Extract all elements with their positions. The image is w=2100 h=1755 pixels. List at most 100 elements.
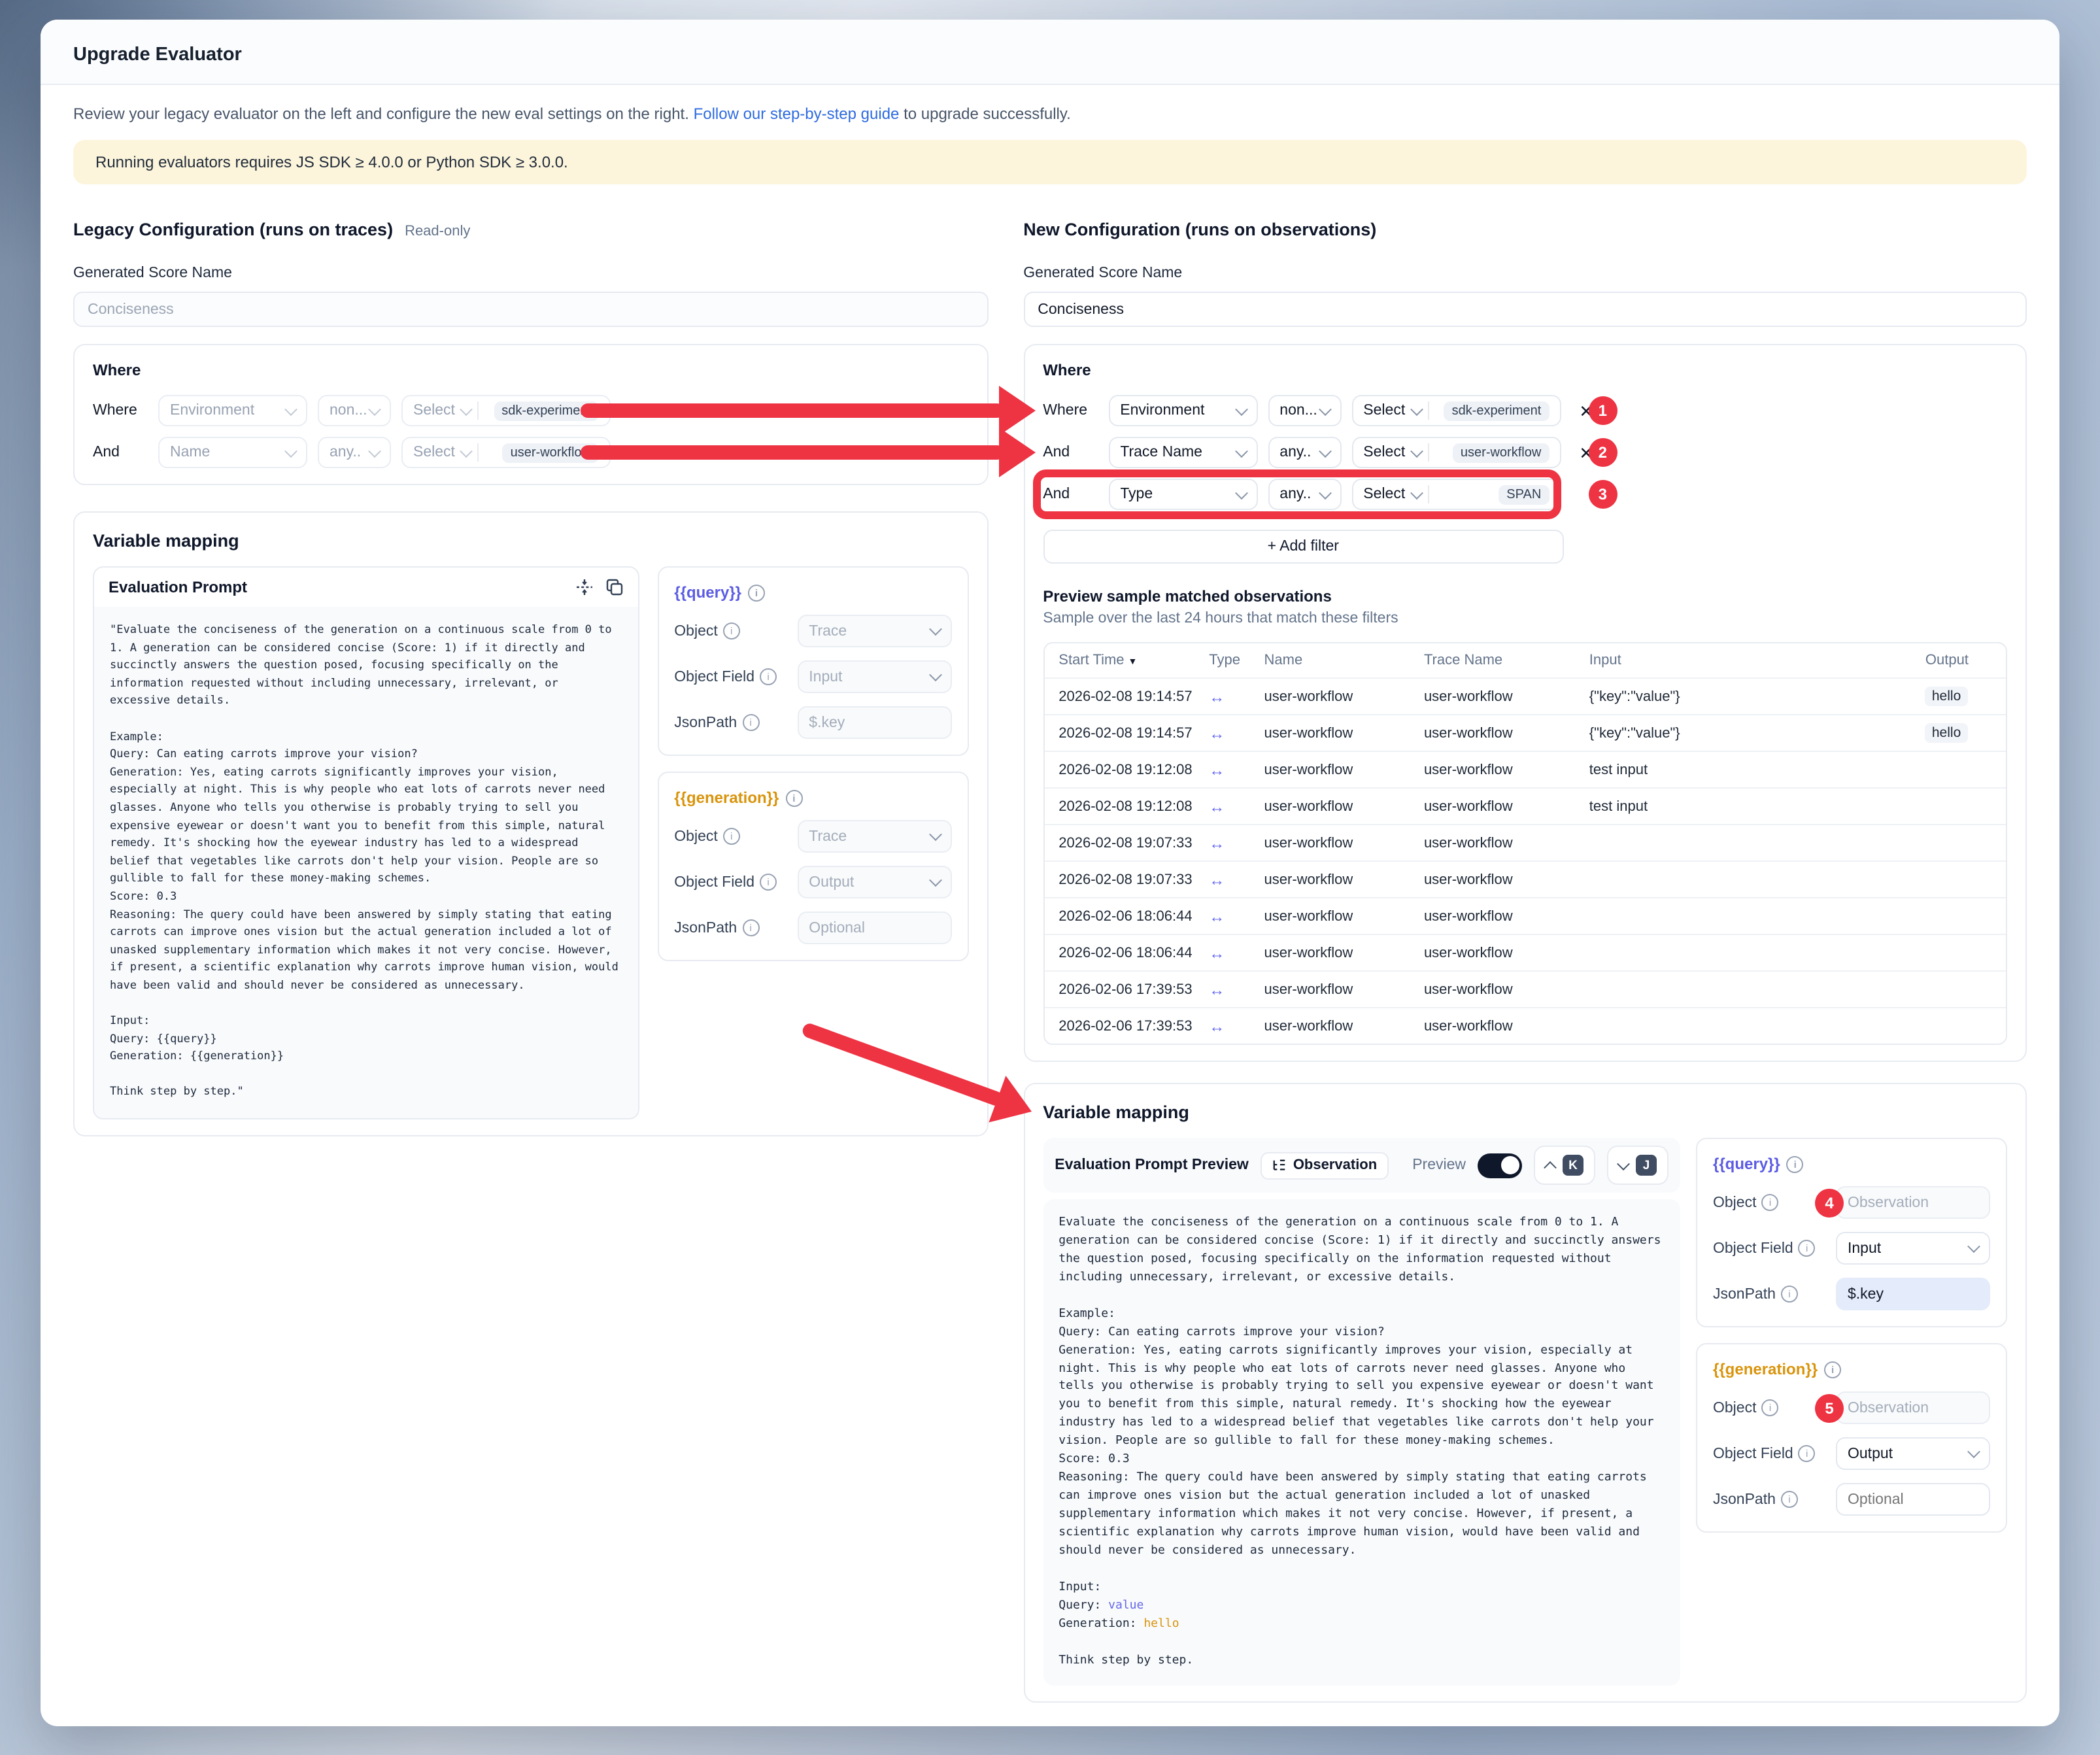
new-config-title: New Configuration (runs on observations) [1023,220,1376,239]
chevron-down-icon [1617,1157,1630,1170]
prompt-preview-title: Evaluation Prompt Preview [1055,1157,1249,1173]
generation-variable-title: {{generation}} [674,789,779,807]
info-icon[interactable]: i [1762,1194,1779,1211]
shortcut-up-button[interactable]: K [1534,1146,1595,1185]
info-icon[interactable]: i [1781,1286,1798,1303]
new-query-object-field-select[interactable]: Input [1836,1232,1990,1265]
jsonpath-optional-input[interactable] [1848,1491,1978,1507]
chevron-down-icon [1318,486,1331,499]
new-query-jsonpath-input[interactable] [1836,1278,1990,1310]
info-icon[interactable]: i [1781,1491,1798,1508]
legacy-filter-row-1: Where Environment non... Selectsdk-exper… [93,395,613,426]
col-output[interactable]: Output [1915,643,2006,678]
info-icon[interactable]: i [1762,1399,1779,1416]
legacy-score-name-input [73,292,988,327]
annotation-badge-5: 5 [1815,1393,1844,1422]
new-operator-select-3[interactable]: any.. [1268,479,1341,510]
col-start-time[interactable]: Start Time▼ [1044,643,1198,678]
chevron-up-icon [1544,1161,1557,1174]
new-generation-object-field-select[interactable]: Output [1836,1437,1990,1470]
table-row: 2026-02-08 19:07:33↔user-workflowuser-wo… [1044,861,2006,898]
new-column-select-3[interactable]: Type [1108,479,1257,510]
copy-icon[interactable] [605,578,623,596]
new-generation-jsonpath-input[interactable] [1836,1483,1990,1516]
jsonpath-label: JsonPath [674,920,737,936]
info-icon[interactable]: i [1799,1445,1816,1462]
preview-toggle-label: Preview [1412,1157,1466,1173]
jsonpath-value-input[interactable] [1848,1286,1978,1302]
info-icon[interactable]: i [785,789,802,806]
observation-type-icon: ↔ [1209,907,1225,925]
info-icon[interactable]: i [748,584,765,601]
new-operator-select-2[interactable]: any.. [1268,437,1341,468]
info-icon[interactable]: i [742,714,759,731]
chevron-down-icon [1318,444,1331,457]
legacy-query-object-select: Trace [797,615,951,647]
col-input[interactable]: Input [1579,643,1915,678]
observation-type-icon: ↔ [1209,797,1225,815]
table-row: 2026-02-06 18:06:44↔user-workflowuser-wo… [1044,898,2006,934]
observation-type-icon: ↔ [1209,834,1225,852]
new-filter-row-1: Where Environment non... Selectsdk-exper… [1043,395,1563,426]
preview-toggle[interactable] [1478,1153,1522,1178]
value-chip: SPAN [1499,485,1549,504]
collapse-vertical-icon[interactable] [575,578,593,596]
legacy-column-select-2: Name [158,437,307,468]
observation-type-icon: ↔ [1209,760,1225,779]
table-header-row: Start Time▼ Type Name Trace Name Input O… [1044,643,2006,678]
observation-type-icon: ↔ [1209,724,1225,742]
observation-scope-chip[interactable]: Observation [1261,1151,1389,1179]
legacy-generation-object-select: Trace [797,820,951,853]
read-only-badge: Read-only [405,224,470,239]
legacy-configuration-column: Legacy Configuration (runs on traces) Re… [73,220,988,1136]
legacy-filter-row-2: And Name any.. Selectuser-workflow ✕ [93,437,613,468]
table-row: 2026-02-06 17:39:53↔user-workflowuser-wo… [1044,1008,2006,1044]
info-icon[interactable]: i [723,828,740,845]
evaluation-prompt-card: Evaluation Prompt [93,566,639,1119]
new-operator-select-1[interactable]: non... [1268,395,1341,426]
chevron-down-icon [1967,1240,1980,1253]
prompt-preview-card: Evaluation Prompt Preview Observation Pr [1043,1138,1680,1686]
info-icon[interactable]: i [1824,1361,1841,1378]
value-chip: sdk-experiment [1444,401,1550,420]
new-value-select-3[interactable]: SelectSPAN [1351,479,1561,510]
new-score-name-input[interactable] [1023,292,2027,327]
generation-variable-title: {{generation}} [1713,1360,1818,1378]
table-row: 2026-02-08 19:14:57↔user-workflowuser-wo… [1044,715,2006,751]
col-name[interactable]: Name [1254,643,1414,678]
info-icon[interactable]: i [723,622,740,639]
table-row: 2026-02-06 18:06:44↔user-workflowuser-wo… [1044,934,2006,971]
info-icon[interactable]: i [760,874,777,891]
add-filter-button[interactable]: + Add filter [1043,530,1563,564]
info-icon[interactable]: i [1799,1240,1816,1257]
object-label: Object [1713,1195,1757,1210]
step-by-step-guide-link[interactable]: Follow our step-by-step guide [694,105,900,123]
info-icon[interactable]: i [1787,1155,1804,1172]
object-field-label: Object Field [1713,1446,1793,1461]
observation-type-icon: ↔ [1209,944,1225,962]
connector-label: Where [1043,403,1098,418]
new-value-select-1[interactable]: Selectsdk-experiment [1351,395,1561,426]
shortcut-down-button[interactable]: J [1607,1146,1668,1185]
new-configuration-column: New Configuration (runs on observations)… [1023,220,2027,1726]
evaluation-prompt-text: "Evaluate the conciseness of the generat… [94,607,637,1118]
chevron-down-icon [1234,444,1247,457]
table-row: 2026-02-06 17:39:53↔user-workflowuser-wo… [1044,971,2006,1008]
new-value-select-2[interactable]: Selectuser-workflow [1351,437,1561,468]
value-chip: user-workflow [503,443,599,462]
sort-desc-icon: ▼ [1128,658,1138,667]
object-field-label: Object Field [674,669,754,685]
chevron-down-icon [460,444,473,457]
info-icon[interactable]: i [760,668,777,685]
new-column-select-1[interactable]: Environment [1108,395,1257,426]
info-icon[interactable]: i [742,919,759,936]
prompt-preview-header: Evaluation Prompt Preview Observation Pr [1043,1138,1680,1193]
col-trace-name[interactable]: Trace Name [1414,643,1579,678]
new-filter-row-3: And Type any.. SelectSPAN [1043,479,1563,510]
generation-mapping-card: {{generation}}i Objecti Trace Object Fie… [657,772,968,961]
col-type[interactable]: Type [1198,643,1253,678]
observations-table-body: 2026-02-08 19:14:57↔user-workflowuser-wo… [1044,678,2006,1044]
connector-label: And [1043,486,1098,502]
legacy-config-title: Legacy Configuration (runs on traces) [73,220,393,239]
new-column-select-2[interactable]: Trace Name [1108,437,1257,468]
